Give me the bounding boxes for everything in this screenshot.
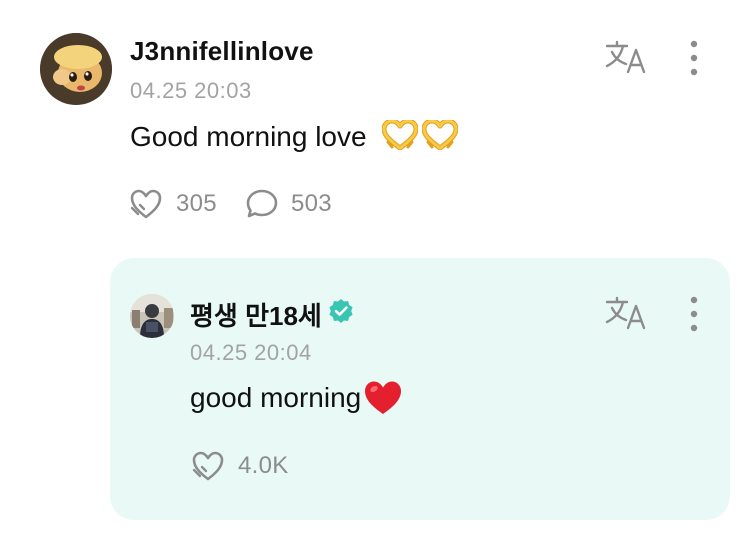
translate-icon xyxy=(605,296,646,330)
comment-button[interactable]: 503 xyxy=(245,188,332,220)
post-body-text: Good morning love xyxy=(130,121,367,152)
reply-card[interactable]: 평생 만18세 04.25 20:04 good morning 4.0K xyxy=(110,258,730,520)
heart-hands-emoji xyxy=(382,120,419,150)
comment-bubble-icon xyxy=(246,189,278,218)
reply-timestamp: 04.25 20:04 xyxy=(190,340,312,365)
reply-reactions: 4.0K xyxy=(190,448,289,484)
heart-outline-icon xyxy=(192,451,224,481)
reply-more-options-button[interactable] xyxy=(684,294,704,334)
translate-button[interactable] xyxy=(604,40,650,74)
like-button[interactable]: 305 xyxy=(128,188,217,220)
comment-thread: J3nnifellinlove 04.25 20:03 Good morning… xyxy=(0,0,750,550)
like-count: 305 xyxy=(176,190,217,217)
reply-like-button[interactable]: 4.0K xyxy=(190,450,289,482)
reply-author-avatar[interactable] xyxy=(130,294,174,338)
reply-translate-button[interactable] xyxy=(604,296,650,330)
translate-icon xyxy=(605,40,646,74)
reply-body-text: good morning xyxy=(190,382,362,413)
post-author-avatar[interactable] xyxy=(40,33,112,105)
reply-author-label: 평생 만18세 xyxy=(190,301,322,331)
verified-badge-icon xyxy=(328,298,354,331)
more-options-button[interactable] xyxy=(684,38,704,78)
comment-count: 503 xyxy=(290,190,332,217)
reply-like-count: 4.0K xyxy=(238,452,289,479)
post-timestamp: 04.25 20:03 xyxy=(130,78,252,103)
heart-hands-emoji-group xyxy=(382,120,462,157)
heart-outline-icon xyxy=(130,189,162,219)
reply-author-name[interactable]: 평생 만18세 xyxy=(190,296,354,333)
post-author-name[interactable]: J3nnifellinlove xyxy=(130,36,314,67)
heart-hands-emoji xyxy=(422,120,459,150)
red-heart-emoji xyxy=(365,381,402,414)
post-reactions: 305 503 xyxy=(128,186,332,222)
more-vertical-icon xyxy=(690,40,698,76)
more-vertical-icon xyxy=(690,296,698,332)
reply-body: good morning xyxy=(190,380,403,416)
post-body: Good morning love xyxy=(130,120,462,157)
